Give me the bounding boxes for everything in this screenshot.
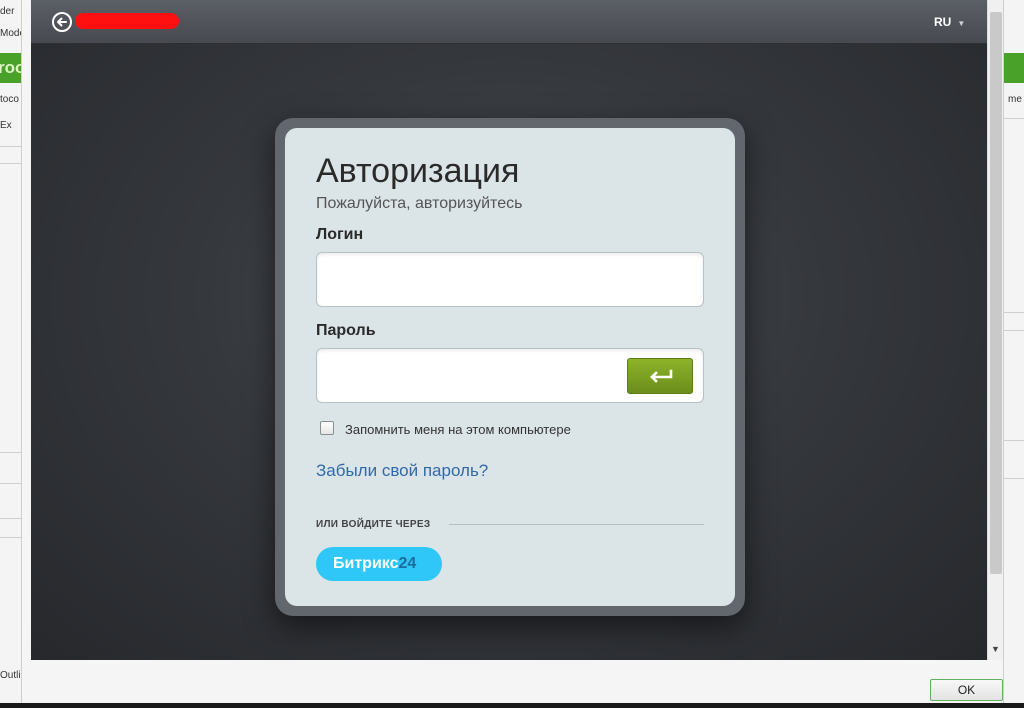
arrow-left-circle-icon[interactable] [52, 12, 72, 32]
bg-text: toco [0, 94, 19, 105]
language-label: RU [934, 15, 952, 29]
scroll-down-arrow-icon[interactable]: ▼ [991, 644, 1000, 654]
login-dialog: RU ▼ Авторизация Пожалуйста, авторизуйтес… [22, 0, 1003, 708]
frame-topbar: RU ▼ [31, 0, 987, 44]
bg-text: Outli [0, 670, 21, 681]
auth-card-frame: Авторизация Пожалуйста, авторизуйтесь Ло… [275, 118, 745, 616]
background-app-left: der Mode roo toco Ex Outli [0, 0, 22, 708]
remember-label[interactable]: Запомнить меня на этом компьютере [345, 422, 571, 437]
bg-text: Ex [0, 120, 12, 131]
page-subtitle: Пожалуйста, авторизуйтесь [316, 195, 523, 212]
page-title: Авторизация [316, 152, 520, 190]
ok-button[interactable]: OK [930, 679, 1003, 701]
language-selector[interactable]: RU ▼ [934, 15, 965, 29]
bitrix24-logo: Битрикс24 [333, 555, 416, 573]
divider [449, 524, 704, 525]
or-login-via-label: ИЛИ ВОЙДИТЕ ЧЕРЕЗ [316, 519, 431, 530]
vertical-scrollbar[interactable]: ▼ [987, 0, 1003, 660]
remember-checkbox[interactable] [320, 421, 334, 435]
login-input[interactable] [316, 252, 704, 307]
bitrix-name: Битрикс [333, 555, 399, 572]
bg-text: me [1008, 94, 1022, 105]
bitrix24-login-button[interactable]: Битрикс24 [316, 547, 442, 581]
submit-button[interactable] [627, 358, 693, 394]
bg-text: Mode [0, 28, 21, 39]
auth-card: Авторизация Пожалуйста, авторизуйтесь Ло… [285, 128, 735, 606]
web-frame: RU ▼ Авторизация Пожалуйста, авторизуйтес… [31, 0, 987, 660]
forgot-password-link[interactable]: Забыли свой пароль? [316, 461, 488, 481]
bg-green-header: roo [0, 53, 21, 83]
scrollbar-thumb[interactable] [990, 12, 1002, 574]
redacted-portal-name [75, 13, 179, 29]
chevron-down-icon: ▼ [957, 19, 966, 28]
bitrix-number: 24 [398, 555, 417, 572]
bg-text: der [0, 6, 15, 17]
enter-arrow-icon [650, 369, 673, 383]
login-label: Логин [316, 226, 364, 243]
background-app-right: me [1003, 0, 1024, 708]
taskbar-edge [0, 703, 1024, 708]
password-label: Пароль [316, 322, 376, 339]
bg-text: roo [0, 58, 21, 77]
bg-green-header [1004, 53, 1024, 83]
